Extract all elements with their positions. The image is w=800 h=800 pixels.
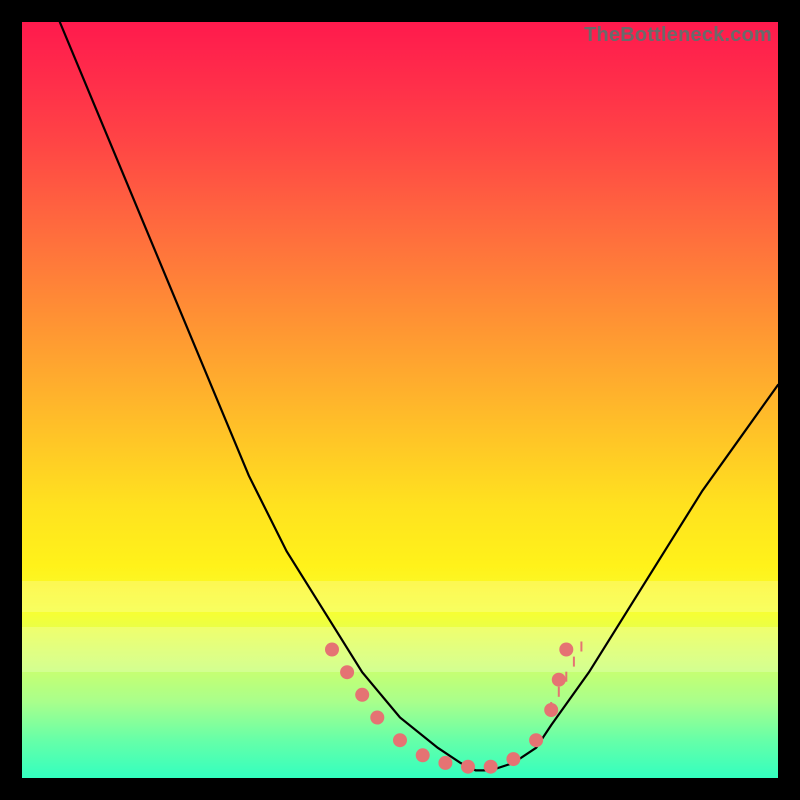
chart-frame: TheBottleneck.com	[0, 0, 800, 800]
highlight-dot	[438, 756, 452, 770]
highlight-dot	[416, 748, 430, 762]
highlight-dot	[325, 643, 339, 657]
highlight-dot	[529, 733, 543, 747]
highlight-dot	[506, 752, 520, 766]
highlight-dots	[325, 643, 573, 774]
bottleneck-curve	[60, 22, 778, 770]
highlight-dot	[355, 688, 369, 702]
curve-svg	[22, 22, 778, 778]
highlight-dot	[393, 733, 407, 747]
highlight-dot	[552, 673, 566, 687]
highlight-dot	[370, 711, 384, 725]
highlight-dot	[340, 665, 354, 679]
plot-area: TheBottleneck.com	[22, 22, 778, 778]
highlight-dot	[484, 760, 498, 774]
highlight-dot	[559, 643, 573, 657]
highlight-dot	[461, 760, 475, 774]
